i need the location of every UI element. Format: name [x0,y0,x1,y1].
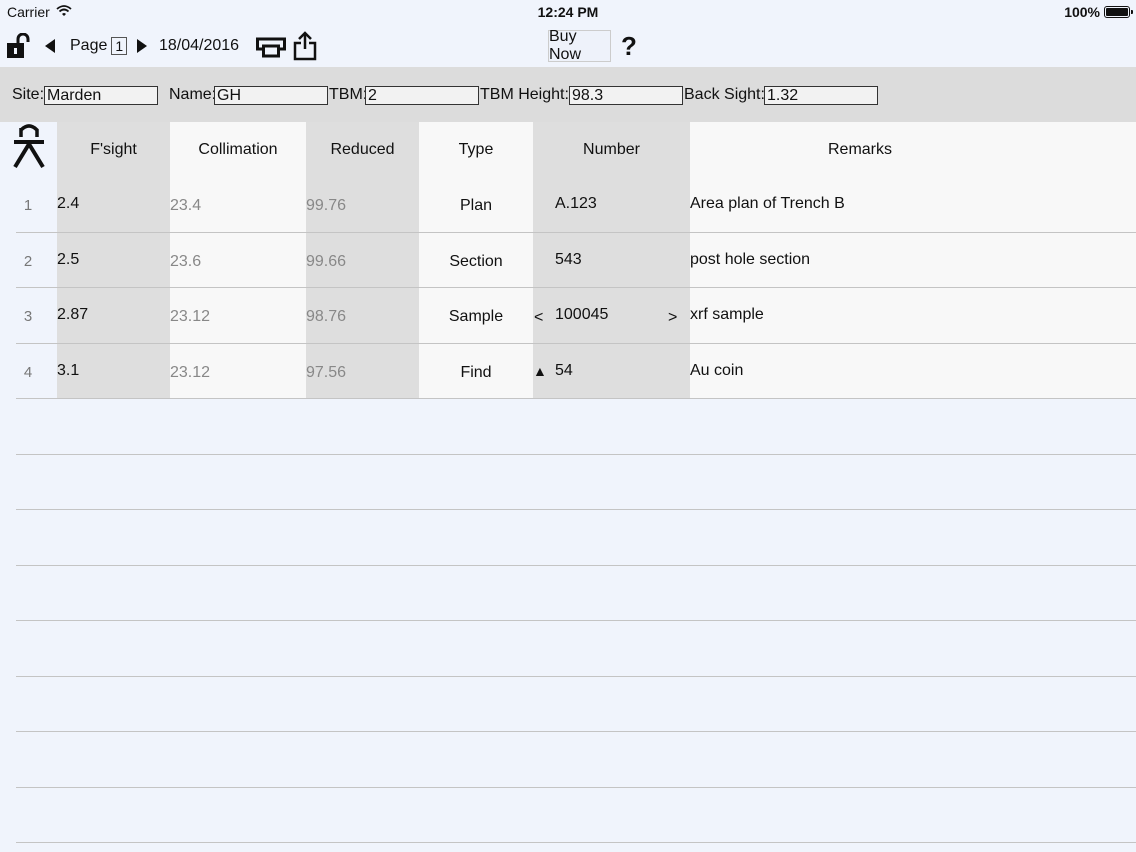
collimation-cell: 23.4 [170,197,202,214]
row-divider [16,454,1136,455]
column-header-type: Type [458,141,494,158]
battery-level [1106,8,1128,16]
page-indicator: Page 1 [70,26,128,66]
site-label: Site: [12,86,45,103]
unlocked-padlock-icon[interactable] [6,26,32,66]
column-header-collimation: Collimation [198,141,278,158]
name-field[interactable]: GH [214,86,328,105]
column-header-fsight: F'sight [90,141,137,158]
fsight-cell[interactable]: 2.87 [57,306,88,324]
reduced-cell: 97.56 [306,364,347,381]
row-divider [16,842,1136,843]
row-divider [16,565,1136,566]
reduced-cell: 99.66 [306,253,347,270]
help-icon[interactable]: ? [621,26,637,66]
fsight-cell[interactable]: 3.1 [57,362,79,380]
fsight-cell[interactable]: 2.4 [57,195,79,213]
previous-page-icon[interactable] [43,26,57,66]
type-cell[interactable]: Plan [419,197,533,215]
collimation-cell: 23.12 [170,364,211,381]
row-number: 4 [23,364,33,381]
page-label: Page [70,37,108,54]
number-cell[interactable]: A.123 [555,195,597,213]
next-number-icon[interactable]: > [668,309,677,327]
status-bar: Carrier 12:24 PM 100% [0,0,1136,24]
number-cell[interactable]: 543 [555,251,582,269]
name-label: Name: [169,86,217,103]
reduced-cell: 98.76 [306,308,347,325]
page-number-field[interactable]: 1 [111,37,128,55]
row-number: 2 [23,253,33,270]
buy-now-button[interactable]: Buy Now [548,28,611,63]
surveyor-level-icon[interactable] [12,122,46,175]
row-divider [16,232,1136,233]
type-cell[interactable]: Find [419,364,533,382]
survey-header-fields: Site: Marden Name: GH TBM: 2 TBM Height:… [0,67,1136,122]
battery-percent: 100% [1064,4,1100,20]
row-divider [16,398,1136,399]
column-header-reduced: Reduced [330,141,395,158]
reduced-cell: 99.76 [306,197,347,214]
remarks-cell[interactable]: Au coin [690,362,743,380]
share-icon[interactable] [293,26,317,66]
row-number: 1 [23,197,33,214]
site-field[interactable]: Marden [44,86,158,105]
column-header-remarks: Remarks [827,141,892,158]
print-icon[interactable] [256,26,286,66]
type-cell[interactable]: Sample [419,308,533,326]
row-divider [16,509,1136,510]
levels-table: F'sight Collimation Reduced Type Number … [0,122,1136,852]
fsight-cell[interactable]: 2.5 [57,251,79,269]
back-sight-field[interactable]: 1.32 [764,86,878,105]
date-label: 18/04/2016 [159,37,240,54]
remarks-cell[interactable]: xrf sample [690,306,764,324]
column-header-number: Number [583,141,640,158]
collimation-cell: 23.6 [170,253,202,270]
row-divider [16,287,1136,288]
number-cell[interactable]: 54 [555,362,573,380]
next-page-icon[interactable] [135,26,149,66]
tbm-height-field[interactable]: 98.3 [569,86,683,105]
collimation-cell: 23.12 [170,308,211,325]
remarks-cell[interactable]: post hole section [690,251,810,269]
row-divider [16,731,1136,732]
find-marker-icon: ▲ [533,363,547,379]
tbm-field[interactable]: 2 [365,86,479,105]
previous-number-icon[interactable]: < [534,309,543,327]
type-cell[interactable]: Section [419,253,533,271]
battery-icon [1104,6,1133,18]
status-right: 100% [1064,4,1133,20]
remarks-cell[interactable]: Area plan of Trench B [690,195,845,213]
tbm-label: TBM: [329,86,368,103]
row-divider [16,620,1136,621]
row-divider [16,676,1136,677]
row-divider [16,787,1136,788]
row-number: 3 [23,308,33,325]
status-time: 12:24 PM [537,4,599,20]
back-sight-label: Back Sight: [684,86,765,103]
tbm-height-label: TBM Height: [480,86,569,103]
row-divider [16,343,1136,344]
toolbar: Page 1 18/04/2016 Buy Now ? [0,26,1136,66]
number-cell[interactable]: 100045 [555,306,608,324]
